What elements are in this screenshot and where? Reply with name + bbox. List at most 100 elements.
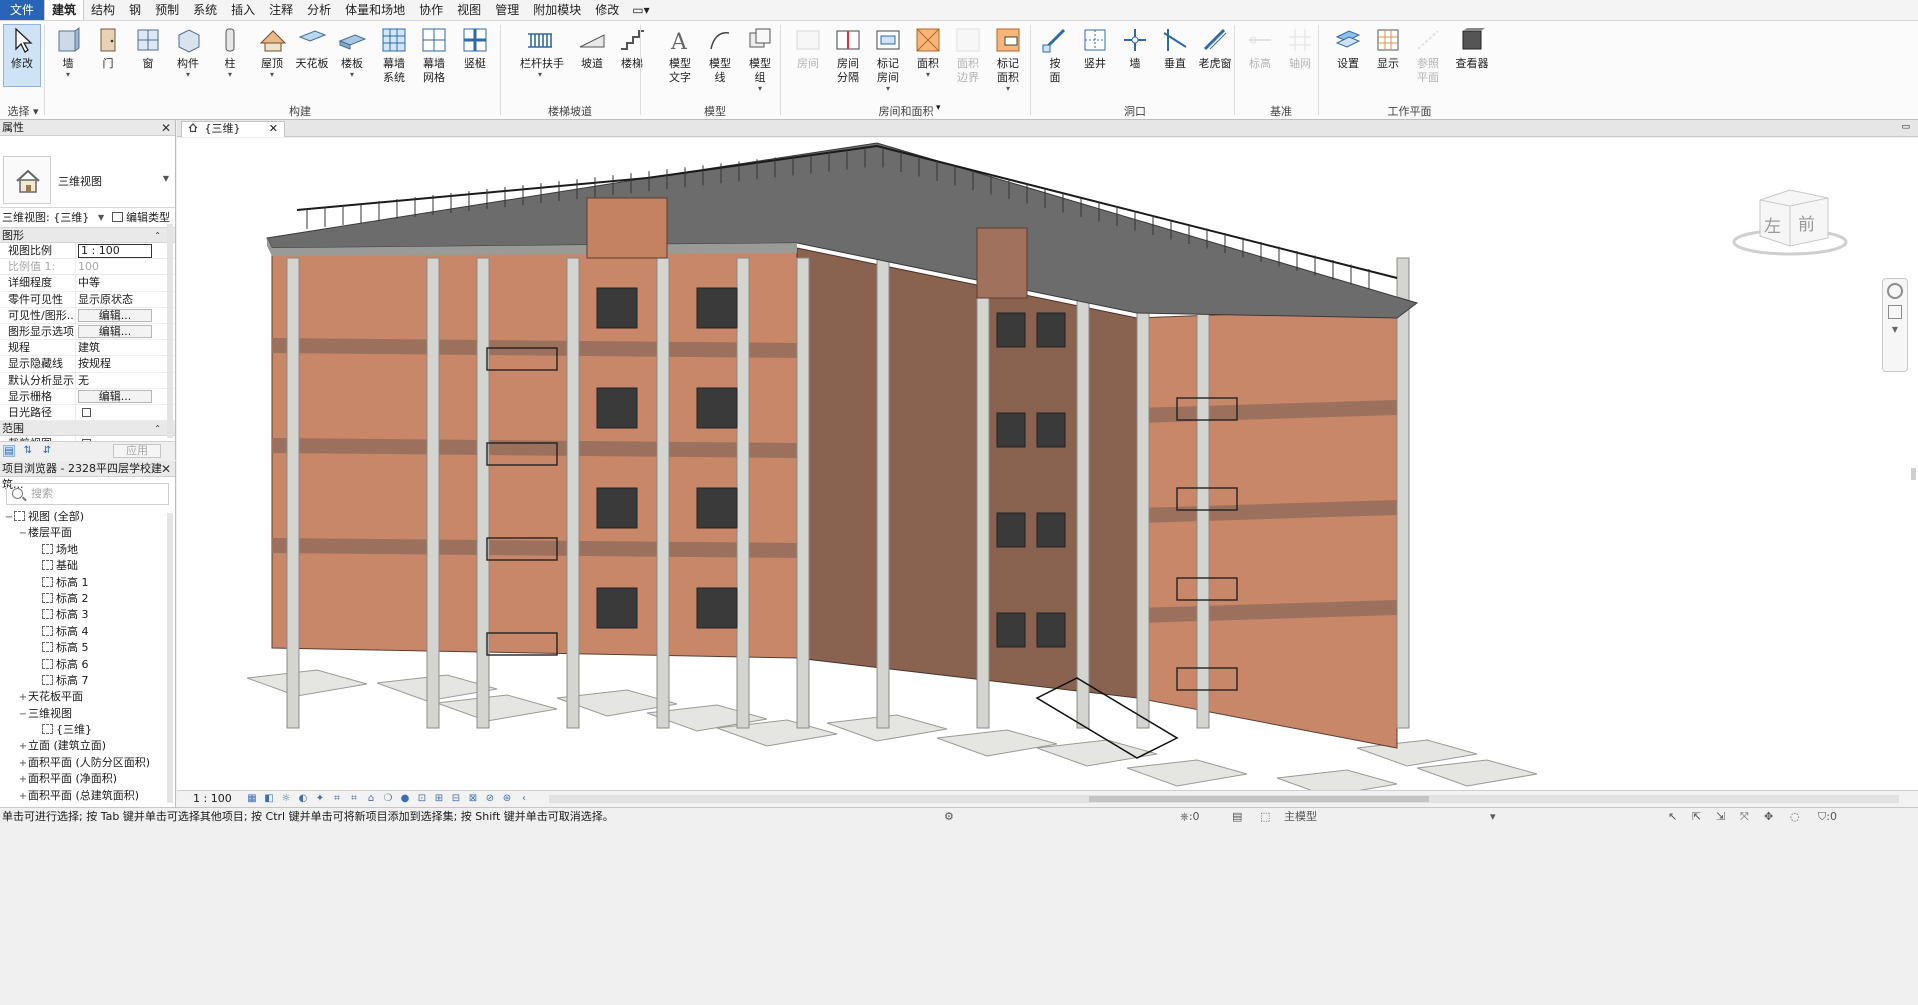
model-label[interactable]: 主模型 bbox=[1284, 809, 1317, 825]
editing-requests-icon[interactable]: ▤ bbox=[1232, 809, 1242, 825]
chevron-down-icon[interactable]: ▾ bbox=[168, 71, 208, 79]
tree-node[interactable]: 标高 7 bbox=[0, 673, 175, 689]
chevron-down-icon[interactable]: ▾ bbox=[908, 71, 948, 79]
tree-node[interactable]: 标高 1 bbox=[0, 575, 175, 591]
sun-path-icon[interactable]: ☼ bbox=[279, 793, 293, 805]
detail-level-icon[interactable]: ▦ bbox=[245, 793, 259, 805]
ribbon-button-areatag[interactable]: 标记 面积 ▾ bbox=[988, 25, 1028, 93]
collapse-icon[interactable]: − bbox=[4, 510, 14, 526]
scrollbar[interactable] bbox=[167, 224, 173, 438]
tab-11[interactable]: 视图 bbox=[450, 0, 488, 20]
view-cube-left-face[interactable]: 左 bbox=[1764, 212, 1781, 237]
tab-14[interactable]: 修改 bbox=[588, 0, 626, 20]
scrollbar-thumb[interactable] bbox=[1911, 468, 1916, 480]
unlocked-3d-icon[interactable]: ⌂ bbox=[364, 793, 378, 805]
expand-icon[interactable]: + bbox=[18, 756, 28, 772]
view-scale[interactable]: 1 : 100 bbox=[193, 791, 232, 807]
filter-icon[interactable]: ⛉:0 bbox=[1818, 809, 1837, 825]
tab-7[interactable]: 注释 bbox=[262, 0, 300, 20]
ribbon-button-rail[interactable]: 栏杆扶手 ▾ bbox=[520, 25, 564, 79]
ribbon-button-shaft[interactable]: 竖井 bbox=[1075, 25, 1115, 71]
ribbon-button-mgroup[interactable]: 模型组 ▾ bbox=[740, 25, 780, 93]
tree-node[interactable]: +面积平面 (总建筑面积) bbox=[0, 788, 175, 804]
search-input[interactable]: 搜索 bbox=[6, 483, 169, 505]
category-extent[interactable]: 范围 ⌃ bbox=[0, 421, 175, 437]
tree-node[interactable]: 标高 2 bbox=[0, 591, 175, 607]
type-selector[interactable]: 三维视图 ▼ bbox=[0, 136, 175, 208]
tab-13[interactable]: 附加模块 bbox=[526, 0, 588, 20]
tree-node[interactable]: 标高 5 bbox=[0, 640, 175, 656]
design-options-icon[interactable]: ⬚ bbox=[1260, 809, 1270, 825]
ribbon-button-level[interactable]: 标高 bbox=[1240, 25, 1280, 71]
chevron-down-icon[interactable]: ▾ bbox=[936, 103, 941, 113]
tree-node[interactable]: +天花板平面 bbox=[0, 689, 175, 705]
ribbon-button-stair[interactable]: 楼梯 bbox=[612, 25, 652, 71]
building-model[interactable] bbox=[177, 138, 1918, 790]
edit-button[interactable]: 编辑... bbox=[78, 308, 152, 322]
tab-6[interactable]: 插入 bbox=[224, 0, 262, 20]
hide-elements-icon[interactable]: ⊛ bbox=[500, 793, 514, 805]
tree-node[interactable]: −楼层平面 bbox=[0, 525, 175, 541]
constraints-icon[interactable]: ⊠ bbox=[466, 793, 480, 805]
tree-node[interactable]: −三维视图 bbox=[0, 706, 175, 722]
chevron-down-icon[interactable]: ▾ bbox=[1490, 809, 1496, 825]
chevron-down-icon[interactable]: ▾ bbox=[48, 71, 88, 79]
tab-0[interactable]: 文件 bbox=[0, 0, 45, 20]
edit-button[interactable]: 编辑... bbox=[78, 324, 152, 338]
view-cube-front-face[interactable]: 前 bbox=[1798, 210, 1815, 235]
highlight-icon[interactable]: ⊘ bbox=[483, 793, 497, 805]
property-value[interactable]: 无 bbox=[76, 373, 175, 388]
ribbon-button-dormer[interactable]: 老虎窗 bbox=[1195, 25, 1235, 71]
ribbon-button-mull[interactable]: 竖梃 bbox=[455, 25, 495, 71]
tab-9[interactable]: 体量和场地 bbox=[338, 0, 412, 20]
chevron-down-icon[interactable]: ▼ bbox=[163, 174, 169, 183]
ribbon-button-mline[interactable]: 模型线 bbox=[700, 25, 740, 85]
tab-4[interactable]: 预制 bbox=[148, 0, 186, 20]
modify-button[interactable]: 修改 bbox=[3, 24, 41, 87]
checkbox[interactable] bbox=[82, 407, 91, 417]
reveal-hidden-icon[interactable]: ● bbox=[398, 793, 412, 805]
render-icon[interactable]: ✦ bbox=[313, 793, 327, 805]
show-crop-icon[interactable]: ⌗ bbox=[347, 793, 361, 805]
expand-icon[interactable]: + bbox=[18, 772, 28, 788]
ribbon-button-ramp[interactable]: 坡道 bbox=[572, 25, 612, 71]
property-value[interactable]: 编辑... bbox=[76, 389, 175, 404]
expand-icon[interactable]: + bbox=[18, 789, 28, 805]
properties-filter-icon[interactable]: ▤ bbox=[3, 445, 15, 457]
property-value[interactable]: 1 : 100 bbox=[76, 243, 175, 258]
collapse-icon[interactable]: − bbox=[18, 526, 28, 542]
tree-node[interactable]: 标高 3 bbox=[0, 607, 175, 623]
view-tab-3d[interactable]: {三维} ✕ bbox=[181, 121, 285, 137]
restore-icon[interactable]: ▭ bbox=[1901, 122, 1910, 132]
ribbon-button-viewer[interactable]: 查看器 bbox=[1452, 25, 1492, 71]
worksharing-icon[interactable]: ⊡ bbox=[415, 793, 429, 805]
collapse-icon[interactable]: − bbox=[18, 707, 28, 723]
apply-button[interactable]: 应用 bbox=[113, 444, 161, 458]
crop-view-icon[interactable]: ⌗ bbox=[330, 793, 344, 805]
tab-2[interactable]: 结构 bbox=[84, 0, 122, 20]
ribbon-button-setwp[interactable]: 设置 bbox=[1328, 25, 1368, 71]
tree-node[interactable]: +面积平面 (人防分区面积) bbox=[0, 755, 175, 771]
ribbon-button-areab[interactable]: 面积 边界 bbox=[948, 25, 988, 85]
background-process-icon[interactable]: ◌ bbox=[1790, 809, 1800, 825]
sort-asc-icon[interactable]: ⇅ bbox=[22, 445, 34, 457]
collapse-icon[interactable]: ⌃ bbox=[154, 228, 161, 243]
scale-input[interactable]: 1 : 100 bbox=[78, 244, 152, 258]
tree-node[interactable]: +立面 (建筑立面) bbox=[0, 738, 175, 754]
horizontal-scrollbar[interactable] bbox=[549, 795, 1899, 803]
ribbon-button-wallop[interactable]: 墙 bbox=[1115, 25, 1155, 71]
tree-node[interactable]: 标高 6 bbox=[0, 657, 175, 673]
ribbon-button-cgrid[interactable]: 幕墙 网格 bbox=[414, 25, 454, 85]
property-value[interactable] bbox=[76, 405, 175, 420]
tree-node[interactable]: +面积平面 (净面积) bbox=[0, 771, 175, 787]
chevron-down-icon[interactable]: ▾ bbox=[988, 85, 1028, 93]
category-graphics[interactable]: 图形 ⌃ bbox=[0, 228, 175, 243]
tab-10[interactable]: 协作 bbox=[412, 0, 450, 20]
chevron-down-icon[interactable]: ▼ bbox=[1883, 325, 1907, 334]
ribbon-minimize-button[interactable]: ▭▾ bbox=[626, 0, 655, 20]
chevron-down-icon[interactable]: ▼ bbox=[98, 208, 104, 228]
chevron-down-icon[interactable]: ▾ bbox=[740, 85, 780, 93]
ribbon-button-door[interactable]: 门 bbox=[88, 25, 128, 71]
chevron-down-icon[interactable]: ▾ bbox=[252, 71, 292, 79]
chevron-down-icon[interactable]: ▾ bbox=[332, 71, 372, 79]
